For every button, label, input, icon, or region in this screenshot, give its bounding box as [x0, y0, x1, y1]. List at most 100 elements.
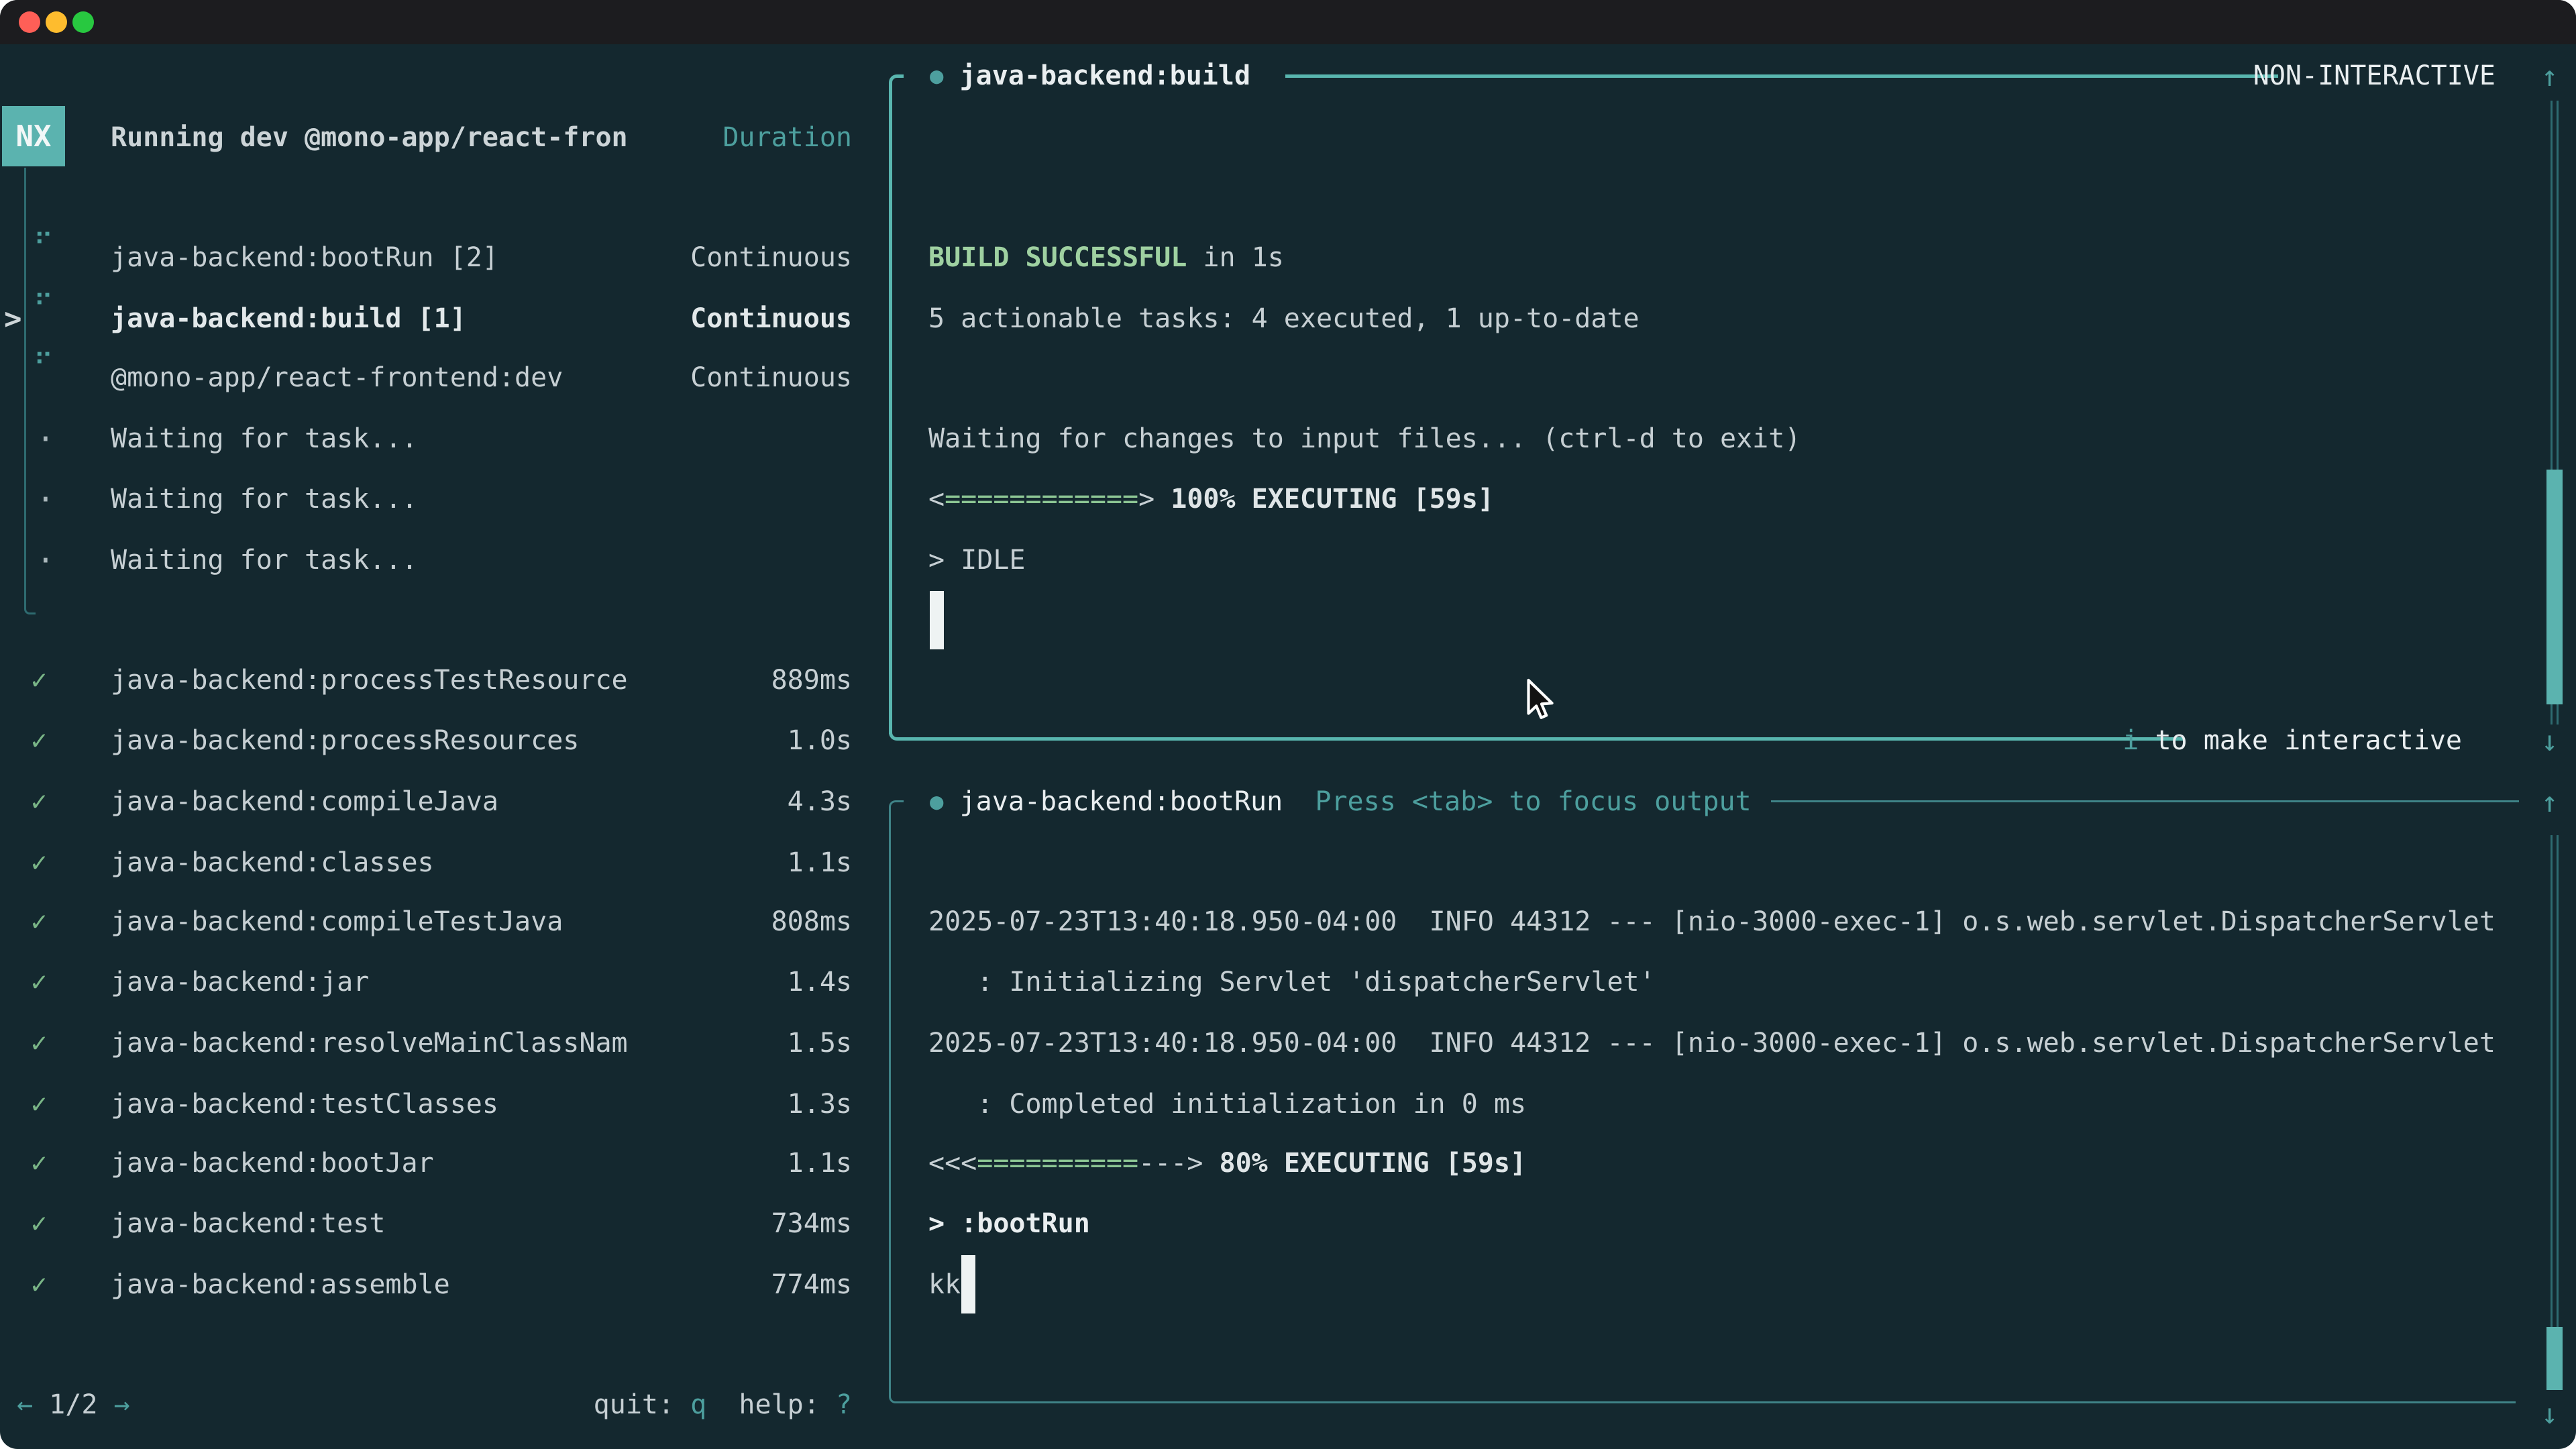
- build-progress-status: 100% EXECUTING [59s]: [1155, 484, 1494, 515]
- bootrun-panel-scrollbar-thumb[interactable]: [2546, 1327, 2563, 1390]
- build-panel-header[interactable]: ● java-backend:build: [930, 46, 1250, 106]
- task-row-completed[interactable]: ✓ java-backend:bootJar 1.1s: [0, 1133, 852, 1193]
- mouse-pointer-icon: [1517, 676, 1558, 724]
- task-row-waiting: · Waiting for task...: [0, 469, 852, 529]
- build-panel-title: java-backend:build: [960, 60, 1250, 91]
- interactive-hint: i to make interactive: [2123, 710, 2462, 771]
- task-label: java-backend:bootRun [2]: [111, 242, 498, 273]
- task-row-waiting: · Waiting for task...: [0, 409, 852, 469]
- check-icon: ✓: [31, 1028, 47, 1059]
- task-status-dot-icon: ●: [930, 788, 943, 815]
- maximize-window-button[interactable]: [72, 11, 94, 33]
- task-label: java-backend:resolveMainClassNam: [111, 1028, 628, 1059]
- help-key: ?: [836, 1389, 852, 1420]
- spinner-icon: ⠋: [34, 229, 53, 260]
- build-progress-bar: <============> 100% EXECUTING [59s]: [928, 469, 1494, 529]
- check-icon: ✓: [31, 906, 47, 937]
- build-panel-scrollbar-thumb[interactable]: [2546, 470, 2563, 704]
- task-duration: 1.1s: [788, 1148, 852, 1179]
- task-label: java-backend:bootJar: [111, 1148, 434, 1179]
- waiting-dot-icon: ·: [36, 542, 55, 578]
- bootrun-panel-header-rule: [1771, 800, 2519, 802]
- waiting-dot-icon: ·: [36, 481, 55, 517]
- check-icon: ✓: [31, 1269, 47, 1300]
- build-idle-line: > IDLE: [928, 530, 1026, 590]
- build-waiting-line: Waiting for changes to input files... (c…: [928, 409, 1801, 469]
- task-row-completed[interactable]: ✓ java-backend:testClasses 1.3s: [0, 1074, 852, 1134]
- log-line: : Initializing Servlet 'dispatcherServle…: [928, 952, 1656, 1012]
- task-duration: 1.3s: [788, 1089, 852, 1120]
- quit-key: q: [690, 1389, 706, 1420]
- task-label: java-backend:jar: [111, 967, 369, 998]
- check-icon: ✓: [31, 1089, 47, 1120]
- non-interactive-badge: NON-INTERACTIVE: [2253, 60, 2496, 91]
- check-icon: ✓: [31, 786, 47, 817]
- task-status-dot-icon: ●: [930, 62, 943, 89]
- close-window-button[interactable]: [19, 11, 40, 33]
- terminal-window: NX Running dev @mono-app/react-fron Dura…: [0, 0, 2576, 1449]
- spinner-icon: ⠋: [34, 290, 53, 321]
- quit-hint-label: quit:: [594, 1389, 691, 1420]
- task-label: java-backend:processTestResource: [111, 665, 628, 696]
- task-row-build-selected[interactable]: ⠋ java-backend:build [1] Continuous: [0, 288, 852, 349]
- task-row-completed[interactable]: ✓ java-backend:test 734ms: [0, 1193, 852, 1254]
- task-duration: 1.4s: [788, 967, 852, 998]
- task-row-completed[interactable]: ✓ java-backend:processResources 1.0s: [0, 710, 852, 771]
- task-row-frontend-dev[interactable]: ⠋ @mono-app/react-frontend:dev Continuou…: [0, 347, 852, 408]
- task-duration: 734ms: [771, 1208, 852, 1239]
- task-label: java-backend:assemble: [111, 1269, 450, 1300]
- run-command-title: Running dev @mono-app/react-fron: [111, 122, 628, 153]
- task-row-completed[interactable]: ✓ java-backend:compileTestJava 808ms: [0, 892, 852, 952]
- log-line: 2025-07-23T13:40:18.950-04:00 INFO 44312…: [928, 1013, 2496, 1073]
- task-duration: Continuous: [690, 362, 852, 393]
- task-row-completed[interactable]: ✓ java-backend:compileJava 4.3s: [0, 771, 852, 832]
- bootrun-panel-border: [889, 1389, 904, 1403]
- task-row-completed[interactable]: ✓ java-backend:classes 1.1s: [0, 833, 852, 893]
- waiting-dot-icon: ·: [36, 421, 55, 457]
- build-panel-mode: NON-INTERACTIVE: [2253, 46, 2496, 106]
- bootrun-panel-border: [889, 800, 904, 815]
- task-row-completed[interactable]: ✓ java-backend:jar 1.4s: [0, 952, 852, 1012]
- task-label: Waiting for task...: [111, 545, 418, 576]
- terminal-cursor: [930, 591, 944, 649]
- task-row-completed[interactable]: ✓ java-backend:resolveMainClassNam 1.5s: [0, 1013, 852, 1073]
- log-line: 2025-07-23T13:40:18.950-04:00 INFO 44312…: [928, 892, 2496, 952]
- interactive-hint-text: to make interactive: [2139, 725, 2462, 756]
- task-label: @mono-app/react-frontend:dev: [111, 362, 563, 393]
- scroll-down-icon[interactable]: ↓: [2541, 1383, 2558, 1444]
- bootrun-panel-scrollbar-track[interactable]: [2551, 835, 2559, 1389]
- bootrun-panel-border: [889, 810, 891, 1394]
- task-row-completed[interactable]: ✓ java-backend:processTestResource 889ms: [0, 650, 852, 710]
- bootrun-progress-bar: <<<==========---> 80% EXECUTING [59s]: [928, 1133, 1526, 1193]
- check-icon: ✓: [31, 665, 47, 696]
- build-panel-border: [902, 737, 2184, 741]
- task-row-bootrun[interactable]: ⠋ java-backend:bootRun [2] Continuous: [0, 227, 852, 288]
- task-label: java-backend:testClasses: [111, 1089, 498, 1120]
- build-panel-border: [889, 85, 892, 734]
- task-label: java-backend:test: [111, 1208, 385, 1239]
- task-duration: 1.1s: [788, 847, 852, 878]
- titlebar: [0, 0, 2576, 44]
- bootrun-progress-status: 80% EXECUTING [59s]: [1203, 1148, 1526, 1179]
- bootrun-panel-header[interactable]: ● java-backend:bootRun Press <tab> to fo…: [930, 771, 1752, 832]
- task-duration: Continuous: [690, 242, 852, 273]
- check-icon: ✓: [31, 725, 47, 756]
- task-label: java-backend:classes: [111, 847, 434, 878]
- scroll-up-icon[interactable]: ↑: [2541, 46, 2558, 106]
- task-duration: Continuous: [690, 303, 852, 334]
- terminal-cursor: [961, 1255, 975, 1313]
- check-icon: ✓: [31, 1208, 47, 1239]
- minimize-window-button[interactable]: [46, 11, 67, 33]
- task-label: java-backend:processResources: [111, 725, 579, 756]
- build-summary-line: 5 actionable tasks: 4 executed, 1 up-to-…: [928, 288, 1640, 349]
- log-line: : Completed initialization in 0 ms: [928, 1074, 1526, 1134]
- scroll-up-icon[interactable]: ↑: [2541, 771, 2558, 832]
- task-duration: 774ms: [771, 1269, 852, 1300]
- task-row-completed[interactable]: ✓ java-backend:assemble 774ms: [0, 1254, 852, 1315]
- build-panel-header-rule: [1285, 74, 2278, 78]
- bootrun-input-line[interactable]: kk: [928, 1254, 961, 1315]
- task-duration: 1.5s: [788, 1028, 852, 1059]
- interactive-hint-key: i: [2123, 725, 2139, 756]
- task-row-waiting: · Waiting for task...: [0, 530, 852, 590]
- task-duration: 808ms: [771, 906, 852, 937]
